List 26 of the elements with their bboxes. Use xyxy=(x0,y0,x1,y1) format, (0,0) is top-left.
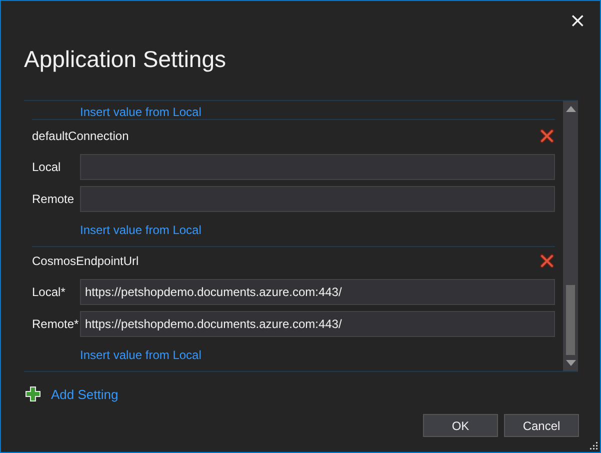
setting-name: defaultConnection xyxy=(32,129,129,143)
resize-grip-icon[interactable] xyxy=(590,442,598,450)
field-label: Local xyxy=(32,160,62,174)
scroll-down-icon[interactable] xyxy=(566,360,576,366)
input-field[interactable] xyxy=(80,154,555,180)
input-field[interactable]: https://petshopdemo.documents.azure.com:443/ xyxy=(80,311,555,337)
dialog-title: Application Settings xyxy=(24,46,228,74)
field-label: Local* xyxy=(32,285,66,299)
scroll-thumb[interactable] xyxy=(566,285,575,355)
cancel-button[interactable]: Cancel xyxy=(504,414,579,437)
input-field[interactable] xyxy=(80,186,555,212)
ok-button[interactable]: OK xyxy=(423,414,498,437)
field-label: Remote xyxy=(32,192,76,206)
close-button[interactable]: × xyxy=(565,9,590,31)
setting-name: CosmosEndpointUrl xyxy=(32,254,139,268)
delete-icon[interactable] xyxy=(539,253,555,269)
insert-value-link[interactable]: Insert value from Local xyxy=(80,348,202,362)
insert-value-link[interactable]: Insert value from Local xyxy=(80,223,202,237)
input-field[interactable]: https://petshopdemo.documents.azure.com:443/ xyxy=(80,279,555,305)
insert-value-link[interactable]: Insert value from Local xyxy=(80,105,202,119)
field-label: Remote* xyxy=(32,317,80,331)
add-setting-link[interactable]: Add Setting xyxy=(51,386,118,402)
scroll-up-icon[interactable] xyxy=(566,106,576,112)
scrollbar[interactable] xyxy=(563,101,578,371)
delete-icon[interactable] xyxy=(539,128,555,144)
plus-icon[interactable] xyxy=(25,386,41,402)
